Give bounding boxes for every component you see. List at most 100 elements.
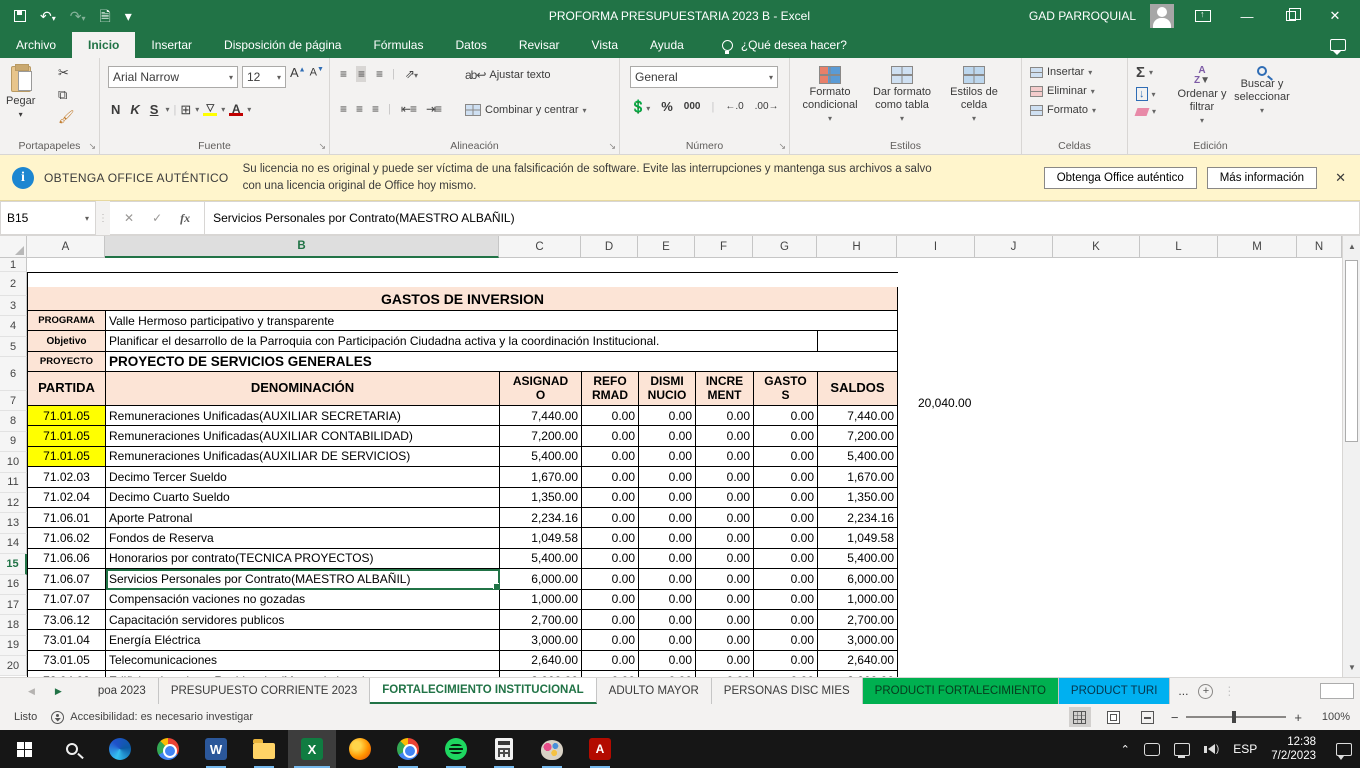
cell[interactable]: Servicios Personales por Contrato(MAESTR… (106, 569, 500, 589)
cell[interactable]: 0.00 (696, 447, 754, 467)
cell[interactable]: 0.00 (696, 610, 754, 630)
programa-value-cell[interactable]: Valle Hermoso participativo y transparen… (106, 311, 898, 331)
format-painter-icon[interactable]: 🖌 (58, 110, 75, 123)
cell[interactable]: 2,640.00 (818, 651, 898, 671)
dismiss-warning-icon[interactable]: ✕ (1335, 170, 1346, 186)
cell[interactable]: 0.00 (696, 528, 754, 548)
column-header-C[interactable]: C (499, 236, 581, 258)
column-header-J[interactable]: J (975, 236, 1053, 258)
taskbar-spotify-icon[interactable] (432, 730, 480, 768)
programa-row[interactable]: PROGRAMA Valle Hermoso participativo y t… (28, 311, 898, 331)
cell[interactable]: 73.06.12 (28, 610, 106, 630)
cell[interactable]: 0.00 (639, 630, 696, 650)
cell[interactable]: Aporte Patronal (106, 508, 500, 528)
tab-inicio[interactable]: Inicio (72, 32, 135, 58)
table-title-cell[interactable]: GASTOS DE INVERSION (28, 287, 898, 311)
cell[interactable]: 0.00 (639, 590, 696, 610)
tab-disposicion[interactable]: Disposición de página (208, 32, 357, 58)
decrease-indent-icon[interactable]: ⇤≡ (401, 102, 416, 116)
cell[interactable]: 3,000.00 (500, 630, 582, 650)
sheet-tab[interactable]: ADULTO MAYOR (597, 678, 712, 704)
delete-cells-button[interactable]: Eliminar ▾ (1030, 85, 1096, 97)
cell[interactable]: 73.01.04 (28, 630, 106, 650)
format-as-table-button[interactable]: Dar formato como tabla ▾ (866, 66, 938, 124)
tab-insertar[interactable]: Insertar (135, 32, 208, 58)
column-header-G[interactable]: G (753, 236, 817, 258)
column-header-E[interactable]: E (638, 236, 695, 258)
page-layout-view-icon[interactable] (1103, 707, 1125, 727)
cell[interactable]: 6,000.00 (500, 569, 582, 589)
clipboard-dialog-launcher-icon[interactable]: ↘ (88, 141, 96, 152)
name-box[interactable]: B15▾ (0, 201, 96, 235)
row-header-10[interactable]: 10 (0, 452, 27, 472)
row-header-3[interactable]: 3 (0, 296, 27, 316)
cell[interactable]: 73.01.05 (28, 651, 106, 671)
cell[interactable]: 0.00 (696, 488, 754, 508)
table-header-row[interactable]: PARTIDA DENOMINACIÓN ASIGNAD O REFO RMAD… (28, 372, 898, 406)
comma-style-icon[interactable]: 000 (684, 102, 701, 112)
avatar[interactable] (1150, 4, 1174, 28)
cell[interactable]: 0.00 (582, 590, 639, 610)
cell[interactable]: 0.00 (754, 549, 818, 569)
fill-color-button[interactable]: 🜄 (203, 104, 217, 116)
cell[interactable]: Honorarios por contrato(TECNICA PROYECTO… (106, 549, 500, 569)
row-header-13[interactable]: 13 (0, 513, 27, 533)
cell[interactable]: 0.00 (639, 406, 696, 426)
header-asignado[interactable]: ASIGNAD O (500, 372, 582, 406)
cell[interactable]: 0.00 (639, 426, 696, 446)
cell[interactable]: 71.01.05 (28, 447, 106, 467)
column-header-D[interactable]: D (581, 236, 638, 258)
cell[interactable]: 0.00 (582, 426, 639, 446)
ribbon-display-options-icon[interactable] (1188, 5, 1218, 27)
cell[interactable]: 7,440.00 (818, 406, 898, 426)
cell[interactable]: 2,700.00 (818, 610, 898, 630)
cell[interactable]: 1,670.00 (500, 467, 582, 487)
empty-row-1[interactable] (28, 273, 898, 287)
zoom-slider[interactable] (1186, 716, 1286, 718)
cell[interactable]: 71.02.04 (28, 488, 106, 508)
cell[interactable]: 1,670.00 (818, 467, 898, 487)
vertical-scrollbar[interactable]: ▲ ▼ (1342, 236, 1360, 677)
cell[interactable]: 0.00 (639, 488, 696, 508)
cell[interactable]: 0.00 (639, 467, 696, 487)
cut-icon[interactable]: ✂ (58, 66, 75, 79)
cell[interactable]: 0.00 (582, 467, 639, 487)
tab-ayuda[interactable]: Ayuda (634, 32, 700, 58)
tab-datos[interactable]: Datos (439, 32, 502, 58)
increase-decimal-icon[interactable]: ←.0 (725, 102, 743, 112)
cell[interactable]: 0.00 (696, 426, 754, 446)
column-header-F[interactable]: F (695, 236, 753, 258)
row-header-18[interactable]: 18 (0, 615, 27, 635)
row-header-9[interactable]: 9 (0, 432, 27, 452)
align-right-icon[interactable]: ≡ (372, 102, 378, 116)
undo-icon[interactable]: ↶▾ (40, 9, 56, 23)
table-title-row[interactable]: GASTOS DE INVERSION (28, 287, 898, 311)
more-info-button[interactable]: Más información (1207, 167, 1317, 189)
clock[interactable]: 12:38 7/2/2023 (1271, 735, 1316, 764)
clear-button[interactable]: ▾ (1136, 107, 1156, 116)
formula-input[interactable]: Servicios Personales por Contrato(MAESTR… (205, 201, 1360, 235)
vertical-scroll-thumb[interactable] (1345, 260, 1358, 442)
cell[interactable]: 0.00 (754, 447, 818, 467)
column-header-H[interactable]: H (817, 236, 897, 258)
tab-revisar[interactable]: Revisar (503, 32, 576, 58)
cell[interactable]: 0.00 (754, 610, 818, 630)
confirm-entry-icon[interactable]: ✓ (152, 211, 162, 225)
cell[interactable]: 0.00 (754, 651, 818, 671)
font-color-caret-icon[interactable]: ▾ (247, 105, 251, 114)
row-header-15[interactable]: 15 (0, 554, 27, 574)
cell[interactable]: 0.00 (754, 528, 818, 548)
autosum-button[interactable]: Σ▾ (1136, 64, 1156, 81)
cancel-entry-icon[interactable]: ✕ (124, 211, 134, 225)
row-header-7[interactable]: 7 (0, 391, 27, 411)
cell[interactable]: 3,000.00 (818, 630, 898, 650)
header-denominacion[interactable]: DENOMINACIÓN (106, 372, 500, 406)
sheet-nav-prev-icon[interactable]: ◀ (28, 686, 35, 697)
row-header-14[interactable]: 14 (0, 534, 27, 554)
cell[interactable]: 71.06.07 (28, 569, 106, 589)
objetivo-row[interactable]: Objetivo Planificar el desarrollo de la … (28, 331, 898, 352)
grow-font-icon[interactable]: A▲ (290, 66, 306, 88)
underline-caret-icon[interactable]: ▾ (165, 105, 169, 114)
header-incremento[interactable]: INCRE MENT (696, 372, 754, 406)
cell[interactable]: 5,400.00 (500, 447, 582, 467)
